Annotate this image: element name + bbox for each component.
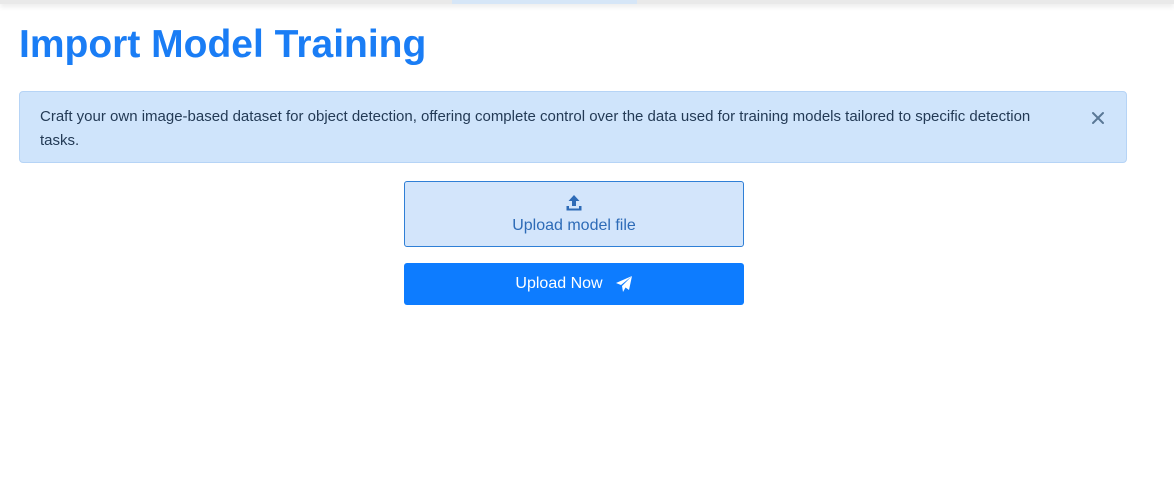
upload-now-button[interactable]: Upload Now [404, 263, 744, 305]
top-nav-active-indicator [452, 0, 637, 4]
info-alert: Craft your own image-based dataset for o… [19, 91, 1127, 163]
close-icon[interactable] [1090, 110, 1106, 126]
upload-model-file-dropzone[interactable]: Upload model file [404, 181, 744, 247]
alert-message: Craft your own image-based dataset for o… [40, 108, 1031, 149]
upload-icon [566, 195, 582, 211]
upload-now-label: Upload Now [515, 275, 603, 292]
page-title: Import Model Training [19, 23, 427, 66]
upload-model-file-label: Upload model file [512, 217, 636, 234]
paper-plane-icon [615, 276, 632, 292]
